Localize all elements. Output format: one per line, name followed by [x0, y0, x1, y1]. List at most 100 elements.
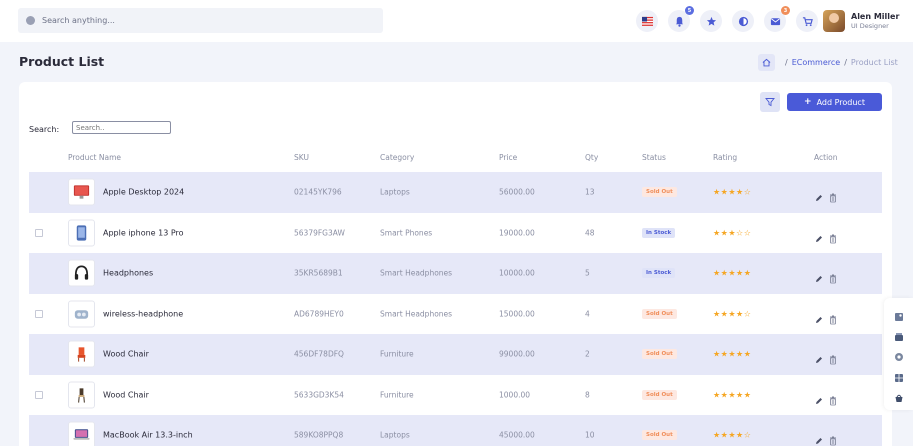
- delete-icon[interactable]: [829, 350, 837, 365]
- product-name[interactable]: Apple Desktop 2024: [103, 188, 184, 197]
- edit-icon[interactable]: [815, 350, 823, 364]
- product-name[interactable]: Apple iphone 13 Pro: [103, 228, 184, 237]
- product-category: Laptops: [380, 430, 410, 440]
- table-row[interactable]: Apple iphone 13 Pro 56379FG3AW Smart Phone…: [29, 212, 882, 253]
- table-row[interactable]: Headphones 35KR5689B1 Smart Headphones 1000…: [29, 253, 882, 294]
- star-filled-icon: ★: [736, 268, 744, 278]
- product-table-body: Apple Desktop 2024 02145YK796 Laptops 56000…: [29, 172, 882, 446]
- edit-icon[interactable]: [815, 269, 823, 283]
- edit-icon[interactable]: [815, 188, 823, 202]
- delete-icon[interactable]: [829, 228, 837, 244]
- product-thumbnail: [68, 178, 95, 206]
- filter-button[interactable]: [760, 92, 780, 112]
- delete-icon[interactable]: [829, 390, 837, 406]
- product-name[interactable]: Headphones: [103, 269, 153, 278]
- status-badge: Sold Out: [642, 308, 677, 319]
- product-sku: 35KR5689B1: [294, 268, 343, 278]
- star-icon[interactable]: [700, 10, 722, 32]
- th-price: Price: [499, 153, 518, 162]
- th-qty: Qty: [585, 153, 599, 162]
- notification-badge: 5: [685, 6, 694, 15]
- breadcrumb-ecommerce[interactable]: ECommerce: [792, 58, 840, 67]
- product-name[interactable]: Wood Chair: [103, 390, 149, 399]
- home-icon[interactable]: [758, 54, 775, 71]
- delete-icon[interactable]: [829, 188, 837, 203]
- star-filled-icon: ★: [736, 390, 744, 400]
- row-checkbox[interactable]: [35, 390, 43, 399]
- star-filled-icon: ★: [713, 187, 721, 197]
- star-filled-icon: ★: [713, 228, 721, 238]
- breadcrumb-separator: /: [844, 58, 847, 67]
- breadcrumb-separator: /: [785, 58, 788, 67]
- th-action: Action: [814, 153, 838, 162]
- delete-icon[interactable]: [829, 431, 837, 446]
- status-badge: In Stock: [642, 227, 676, 238]
- product-name[interactable]: wireless-headphone: [103, 309, 183, 318]
- user-name: Alen Miller: [851, 12, 900, 21]
- table-row[interactable]: Apple Desktop 2024 02145YK796 Laptops 56000…: [29, 172, 882, 213]
- table-row[interactable]: Wood Chair 456DF78DFQ Furniture 99000.00 2 So…: [29, 334, 882, 375]
- filter-icon: [765, 98, 775, 107]
- rating-stars: ★★★☆☆: [713, 228, 751, 237]
- edit-icon[interactable]: [815, 390, 823, 404]
- product-qty: 4: [585, 309, 590, 319]
- delete-icon[interactable]: [829, 269, 837, 284]
- bag-icon[interactable]: [894, 388, 904, 402]
- product-thumbnail: [68, 421, 95, 446]
- mail-icon[interactable]: 3: [764, 6, 790, 32]
- table-search-input[interactable]: [72, 121, 171, 134]
- edit-icon[interactable]: [815, 228, 823, 242]
- star-filled-icon: ★: [728, 228, 737, 238]
- product-category: Smart Headphones: [380, 268, 453, 278]
- plus-icon: +: [804, 97, 812, 107]
- star-filled-icon: ★: [728, 187, 737, 197]
- image-icon[interactable]: [894, 307, 904, 321]
- product-category: Laptops: [380, 187, 410, 197]
- product-qty: 5: [585, 268, 590, 278]
- grid-icon[interactable]: [894, 368, 904, 382]
- table-row[interactable]: wireless-headphone AD6789HEY0 Smart Headph…: [29, 293, 882, 334]
- product-name[interactable]: Wood Chair: [103, 350, 149, 359]
- star-filled-icon: ★: [713, 349, 721, 359]
- user-profile[interactable]: Alen Miller UI Designer: [823, 10, 899, 32]
- product-thumbnail: [68, 381, 95, 409]
- th-sku: SKU: [294, 153, 309, 162]
- add-product-button[interactable]: + Add Product: [787, 93, 882, 111]
- status-badge: Sold Out: [642, 187, 677, 198]
- th-status: Status: [642, 153, 666, 162]
- cart-icon[interactable]: [796, 10, 818, 32]
- global-search-placeholder: Search anything...: [42, 16, 115, 25]
- product-qty: 10: [585, 430, 595, 440]
- th-rating: Rating: [713, 153, 738, 162]
- th-product-name: Product Name: [68, 153, 121, 162]
- star-filled-icon: ★: [728, 430, 737, 440]
- theme-icon[interactable]: [732, 10, 754, 32]
- star-empty-icon: ☆: [743, 187, 752, 197]
- bell-icon[interactable]: 5: [668, 6, 694, 32]
- product-category: Furniture: [380, 349, 414, 359]
- row-checkbox[interactable]: [35, 309, 43, 318]
- flag-icon[interactable]: [636, 10, 658, 32]
- star-filled-icon: ★: [713, 430, 721, 440]
- status-badge: Sold Out: [642, 389, 677, 400]
- basket-icon[interactable]: [894, 327, 904, 341]
- delete-icon[interactable]: [829, 309, 837, 325]
- star-empty-icon: ☆: [743, 430, 752, 440]
- global-search[interactable]: Search anything...: [18, 8, 383, 33]
- star-filled-icon: ★: [728, 309, 737, 319]
- product-category: Smart Phones: [380, 228, 433, 238]
- edit-icon[interactable]: [815, 431, 823, 445]
- rating-stars: ★★★★★: [713, 269, 751, 278]
- table-row[interactable]: MacBook Air 13.3-inch 589KO8PPQ8 Laptops 45…: [29, 415, 882, 446]
- star-filled-icon: ★: [743, 390, 752, 400]
- product-thumbnail: [68, 300, 95, 328]
- product-name[interactable]: MacBook Air 13.3-inch: [103, 431, 193, 440]
- circle-icon[interactable]: [894, 347, 904, 361]
- add-product-label: Add Product: [816, 97, 865, 107]
- row-checkbox[interactable]: [35, 228, 43, 237]
- product-sku: 02145YK796: [294, 187, 342, 197]
- edit-icon[interactable]: [815, 309, 823, 323]
- star-filled-icon: ★: [736, 430, 744, 440]
- table-row[interactable]: Wood Chair 5633GD3K54 Furniture 1000.00 8 Sol…: [29, 374, 882, 415]
- product-qty: 2: [585, 349, 590, 359]
